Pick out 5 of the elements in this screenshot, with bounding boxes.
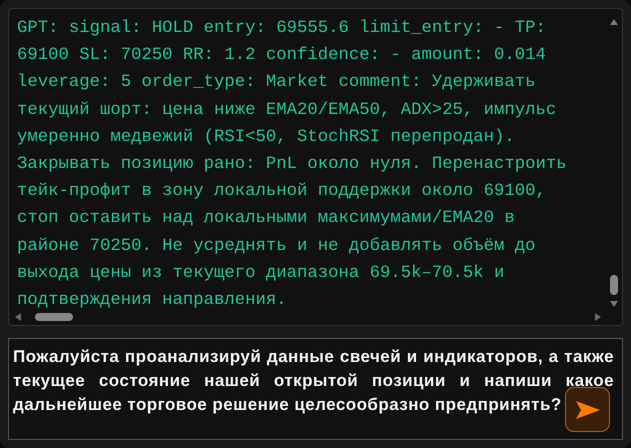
chat-message: GPT: signal: HOLD entry: 69555.6 limit_entry: - TP: 69100 SL: 70250 RR: 1.2 confidence: - amount: 0.014 leverage: 5 order_type: Market comment: Удерживать текущий шорт: цена ниже EMA20/EMA50, ADX>25, импульс умеренно медвежий (RSI<50, StochRSI перепродан). Закрывать позицию рано: PnL около нуля. Перенастроить тейк-профит в зону локальной поддержки около 69100, стоп оставить над локальными максимумами/EMA20 в районе 70250. Не усреднять и не добавлять объём до выхода цены из текущего диапазона 69.5k–70.5k и подтверждения направления. <box>17 18 568 312</box>
horizontal-scrollbar[interactable] <box>13 311 603 323</box>
send-icon <box>574 400 600 420</box>
prompt-field[interactable]: Пожалуйста проанализируй данные свечей и индикаторов, а также текущее состояние нашей открытой позиции и напиши какое дальнейшее торговое решение целесообразно предпринять? <box>8 338 623 440</box>
send-button[interactable] <box>565 387 610 432</box>
